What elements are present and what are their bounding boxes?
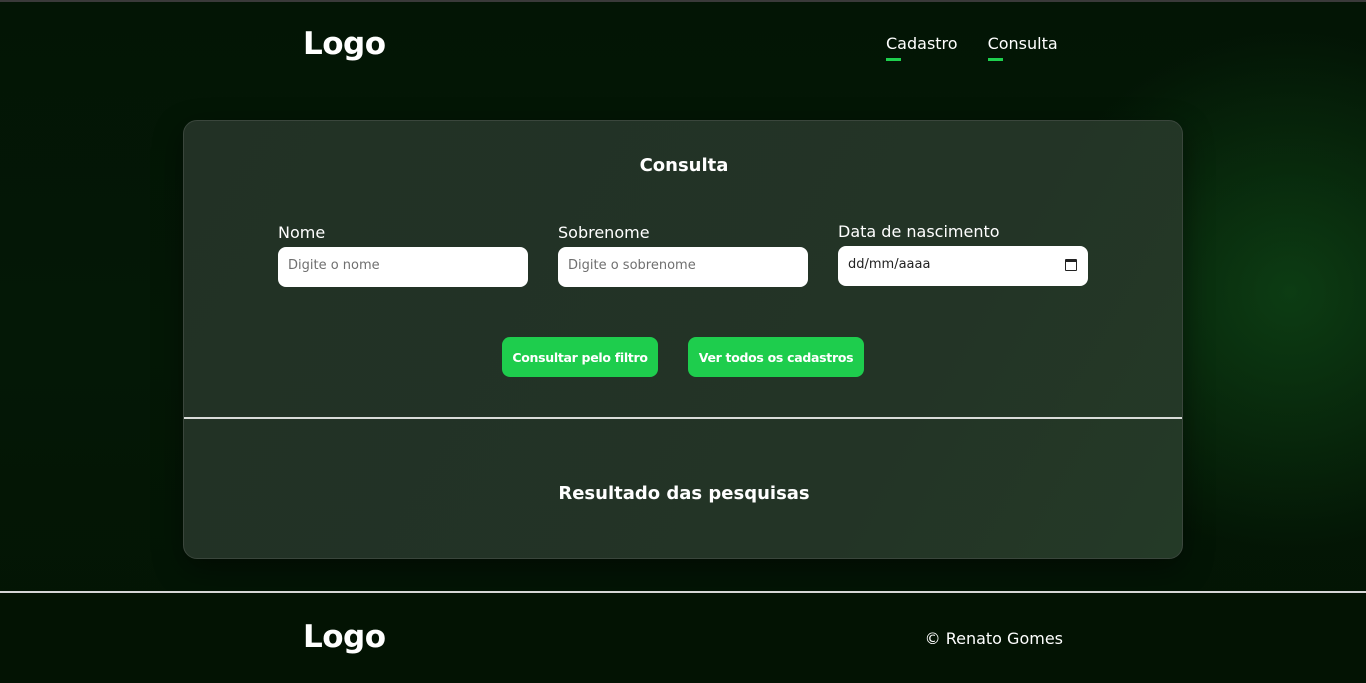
ver-todos-button[interactable]: Ver todos os cadastros	[688, 337, 864, 377]
consultar-filtro-button[interactable]: Consultar pelo filtro	[502, 337, 658, 377]
nome-input[interactable]: Digite o nome	[278, 247, 528, 287]
form-title: Consulta	[639, 155, 729, 176]
data-nascimento-value: dd/mm/aaaa	[848, 257, 931, 272]
nome-label: Nome	[278, 223, 326, 242]
data-nascimento-label: Data de nascimento	[838, 222, 1000, 241]
nome-field: Nome Digite o nome	[278, 223, 528, 287]
consulta-card: Consulta Nome Digite o nome Sobrenome Di…	[183, 120, 1183, 559]
section-divider	[184, 417, 1182, 419]
copyright-text: © Renato Gomes	[924, 629, 1063, 648]
site-header: Logo Cadastro Consulta	[0, 0, 1366, 100]
sobrenome-label: Sobrenome	[558, 223, 650, 242]
data-nascimento-field: Data de nascimento dd/mm/aaaa	[838, 222, 1088, 286]
main-nav: Cadastro Consulta	[886, 34, 1058, 61]
nav-link-consulta[interactable]: Consulta	[987, 34, 1058, 61]
results-title: Resultado das pesquisas	[558, 483, 810, 504]
header-logo[interactable]: Logo	[303, 26, 386, 62]
calendar-icon[interactable]	[1065, 259, 1077, 271]
footer-logo[interactable]: Logo	[303, 619, 386, 655]
site-footer: Logo © Renato Gomes	[0, 591, 1366, 683]
data-nascimento-input[interactable]: dd/mm/aaaa	[838, 246, 1088, 286]
nav-link-cadastro[interactable]: Cadastro	[886, 34, 958, 61]
sobrenome-input[interactable]: Digite o sobrenome	[558, 247, 808, 287]
sobrenome-field: Sobrenome Digite o sobrenome	[558, 223, 808, 287]
